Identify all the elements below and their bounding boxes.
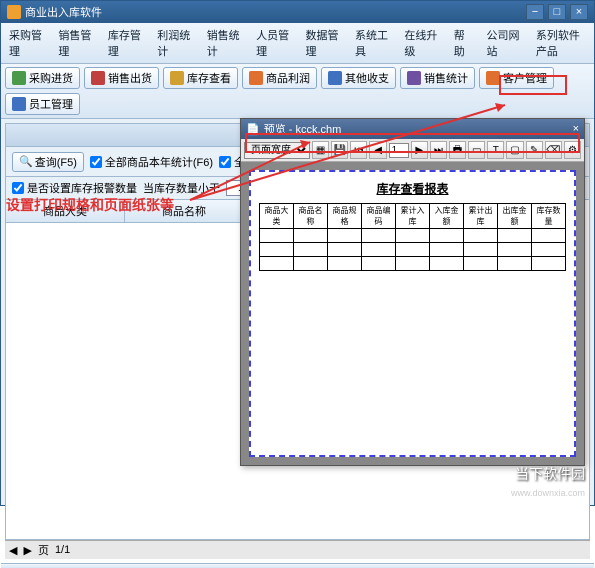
box-icon	[170, 71, 184, 85]
preview-page: 库存查看报表 商品大类 商品名称 商品规格 商品编码 累计入库 入库金额 累计出…	[249, 170, 576, 457]
app-icon	[7, 5, 21, 19]
cart-icon	[12, 71, 26, 85]
toolbar-sales[interactable]: 销售出货	[84, 67, 159, 89]
out-icon	[91, 71, 105, 85]
grid-body[interactable]	[6, 223, 244, 533]
toolbar-stock[interactable]: 库存查看	[163, 67, 238, 89]
window-title: 商业出入库软件	[25, 4, 102, 20]
page-label: 页	[38, 542, 49, 558]
alert-label-before: 当库存数量小于	[143, 180, 220, 196]
pv-prev-icon[interactable]: ◀	[369, 141, 386, 159]
report-title: 库存查看报表	[259, 180, 566, 197]
menu-item[interactable]: 销售统计	[203, 25, 244, 61]
person-icon	[486, 71, 500, 85]
page-value: 1/1	[55, 544, 70, 556]
chart-icon	[407, 71, 421, 85]
page-next[interactable]: ▶	[23, 544, 31, 557]
minimize-button[interactable]: −	[526, 4, 544, 20]
toolbar-purchase[interactable]: 采购进货	[5, 67, 80, 89]
pv-save-icon[interactable]: 💾	[331, 141, 348, 159]
menu-item[interactable]: 在线升级	[400, 25, 441, 61]
menu-item[interactable]: 公司网站	[483, 25, 524, 61]
maximize-button[interactable]: □	[548, 4, 566, 20]
menu-item[interactable]: 利润统计	[153, 25, 194, 61]
menu-item[interactable]: 帮助	[450, 25, 475, 61]
watermark-url: www.downxia.com	[511, 488, 585, 498]
menu-item[interactable]: 采购管理	[5, 25, 46, 61]
year-stats-check[interactable]: 全部商品本年统计(F6)	[90, 154, 213, 170]
menu-item[interactable]: 数据管理	[302, 25, 343, 61]
pv-page-setup-icon[interactable]: ▦	[312, 141, 329, 159]
pv-next-icon[interactable]: ▶	[411, 141, 428, 159]
coin-icon	[249, 71, 263, 85]
toolbar: 采购进货 销售出货 库存查看 商品利润 其他收支 销售统计 客户管理 员工管理	[1, 64, 594, 119]
zoom-select[interactable]: 页面宽度	[244, 142, 310, 159]
report-table: 商品大类 商品名称 商品规格 商品编码 累计入库 入库金额 累计出库 出库金额 …	[259, 203, 566, 271]
pv-settings-icon[interactable]: ⚙	[564, 141, 581, 159]
pv-rect-icon[interactable]: ▢	[506, 141, 523, 159]
menubar: 采购管理 销售管理 库存管理 利润统计 销售统计 人员管理 数据管理 系统工具 …	[1, 23, 594, 64]
statusbar: 用户： 姓名: 超级用户 时间: 2020-07-15 14:21:14 软件尚…	[1, 563, 594, 568]
pv-new-icon[interactable]: ▭	[468, 141, 485, 159]
toolbar-customer[interactable]: 客户管理	[479, 67, 554, 89]
preview-title: 预览 - kcck.chm	[264, 121, 342, 137]
pv-print-icon[interactable]: 🖶	[449, 141, 466, 159]
menu-item[interactable]: 销售管理	[54, 25, 95, 61]
page-prev[interactable]: ◀	[9, 544, 17, 557]
preview-toolbar: 页面宽度 ▦ 💾 ⏮ ◀ ▶ ⏭ 🖶 ▭ T ▢ ✎ ⌫ ⚙	[241, 139, 584, 162]
note-icon	[328, 71, 342, 85]
pv-last-icon[interactable]: ⏭	[430, 141, 447, 159]
toolbar-stats[interactable]: 销售统计	[400, 67, 475, 89]
menu-item[interactable]: 系列软件产品	[532, 25, 590, 61]
pv-highlight-icon[interactable]: ✎	[526, 141, 543, 159]
watermark: 当下软件园	[515, 464, 585, 484]
pv-first-icon[interactable]: ⏮	[350, 141, 367, 159]
preview-close-button[interactable]: ×	[573, 123, 579, 135]
annotation-text: 设置打印规格和页面纸张等	[6, 195, 174, 215]
team-icon	[12, 97, 26, 111]
pv-text-icon[interactable]: T	[487, 141, 504, 159]
close-button[interactable]: ×	[570, 4, 588, 20]
preview-icon: 📄	[246, 123, 260, 136]
menu-item[interactable]: 库存管理	[104, 25, 145, 61]
menu-item[interactable]: 系统工具	[351, 25, 392, 61]
toolbar-other[interactable]: 其他收支	[321, 67, 396, 89]
toolbar-profit[interactable]: 商品利润	[242, 67, 317, 89]
menu-item[interactable]: 人员管理	[252, 25, 293, 61]
print-preview-window: 📄 预览 - kcck.chm × 页面宽度 ▦ 💾 ⏮ ◀ ▶ ⏭ 🖶 ▭ T…	[240, 118, 585, 466]
query-button[interactable]: 🔍查询(F5)	[12, 152, 84, 172]
toolbar-staff[interactable]: 员工管理	[5, 93, 80, 115]
pv-erase-icon[interactable]: ⌫	[545, 141, 562, 159]
alert-check[interactable]: 是否设置库存报警数量	[12, 180, 137, 196]
preview-page-input[interactable]	[389, 143, 409, 158]
